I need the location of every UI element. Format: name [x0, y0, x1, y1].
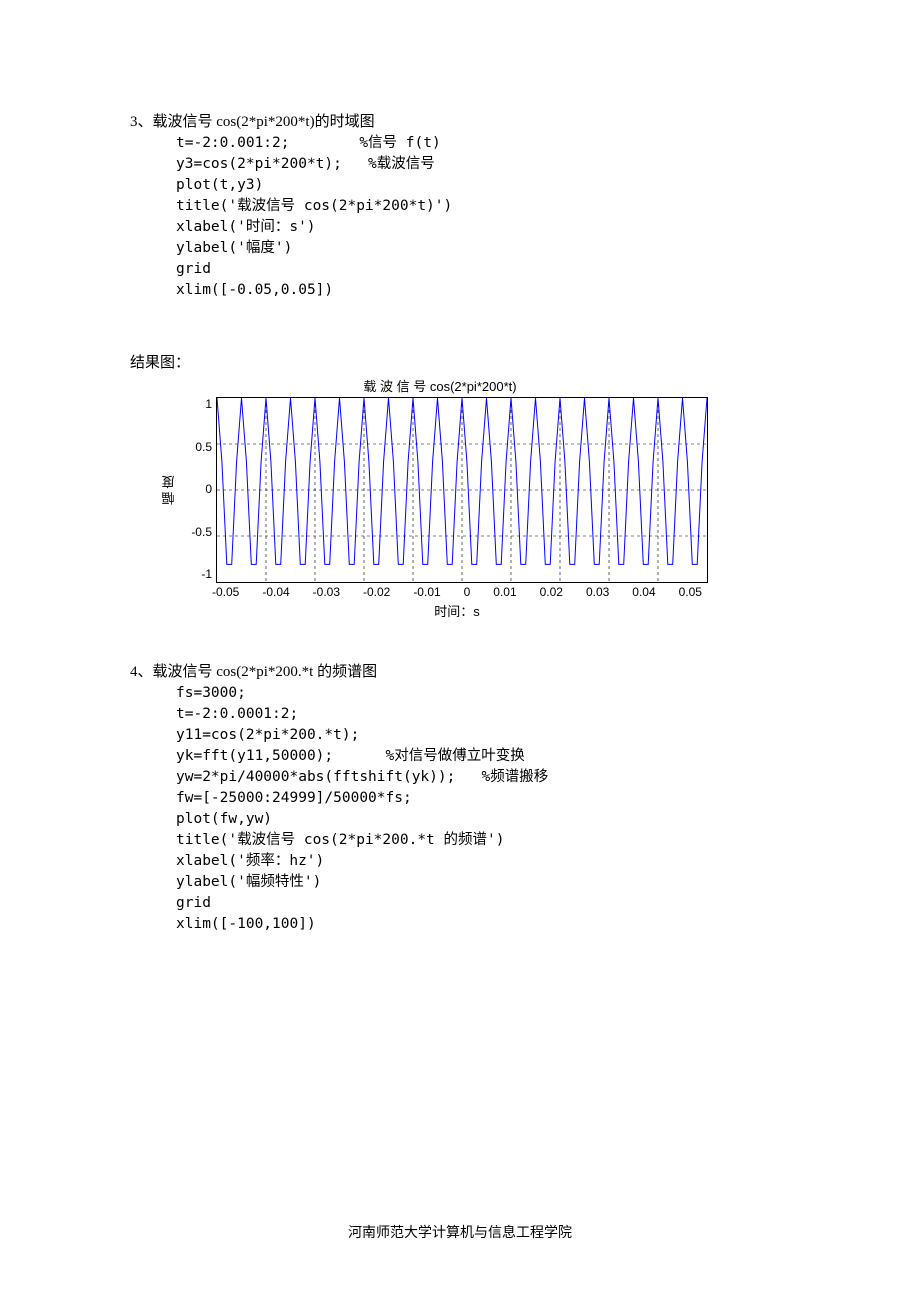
xtick: 0	[464, 585, 471, 599]
chart-svg	[217, 398, 707, 582]
ytick: 1	[178, 397, 212, 411]
document-page: 3、载波信号 cos(2*pi*200*t)的时域图 t=-2:0.001:2;…	[0, 0, 920, 1302]
xtick: -0.05	[212, 585, 239, 599]
xtick: 0.02	[540, 585, 563, 599]
xtick: -0.04	[262, 585, 289, 599]
xtick: -0.02	[363, 585, 390, 599]
ytick: -0.5	[178, 525, 212, 539]
chart-container: 载 波 信 号 cos(2*pi*200*t) 幅 度 1 0.5 0 -0.5…	[160, 376, 720, 620]
xtick: 0.05	[679, 585, 702, 599]
chart-plot-area	[216, 397, 708, 583]
chart-xticks: -0.05 -0.04 -0.03 -0.02 -0.01 0 0.01 0.0…	[212, 585, 702, 599]
section-4-title: 4、载波信号 cos(2*pi*200.*t 的频谱图	[130, 660, 790, 681]
ytick: 0.5	[178, 440, 212, 454]
xtick: 0.04	[632, 585, 655, 599]
ytick: 0	[178, 482, 212, 496]
xtick: 0.03	[586, 585, 609, 599]
ytick: -1	[178, 567, 212, 581]
chart-title: 载 波 信 号 cos(2*pi*200*t)	[160, 376, 720, 395]
chart-grid	[217, 398, 707, 582]
section-3-code: t=-2:0.001:2; %信号 f(t) y3=cos(2*pi*200*t…	[176, 133, 790, 301]
chart-xlabel: 时间：s	[212, 601, 702, 620]
page-footer: 河南师范大学计算机与信息工程学院	[0, 1222, 920, 1242]
xtick: -0.03	[313, 585, 340, 599]
xtick: 0.01	[493, 585, 516, 599]
result-label: 结果图：	[130, 351, 790, 372]
xtick: -0.01	[413, 585, 440, 599]
chart-body: 幅 度 1 0.5 0 -0.5 -1	[160, 397, 720, 583]
section-4-code: fs=3000; t=-2:0.0001:2; y11=cos(2*pi*200…	[176, 683, 790, 935]
section-3-title: 3、载波信号 cos(2*pi*200*t)的时域图	[130, 110, 790, 131]
chart-yticks: 1 0.5 0 -0.5 -1	[178, 397, 216, 581]
chart-ylabel: 幅 度	[160, 397, 178, 583]
